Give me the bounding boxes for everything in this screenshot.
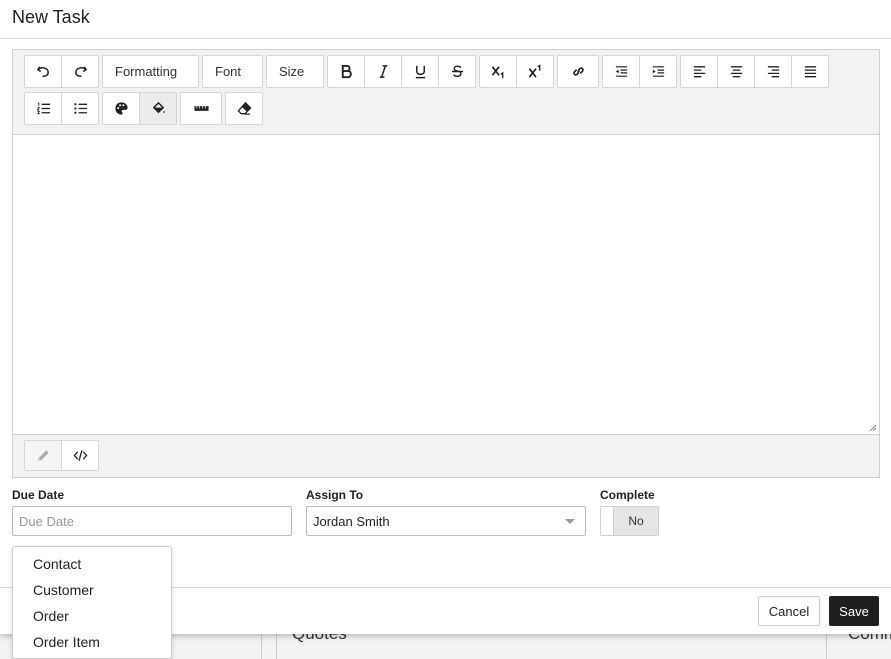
align-center-button[interactable] bbox=[717, 55, 755, 88]
pencil-icon bbox=[37, 450, 49, 462]
outdent-icon bbox=[615, 66, 627, 77]
subscript-icon bbox=[491, 66, 503, 79]
superscript-icon bbox=[528, 64, 540, 78]
ordered-list-icon bbox=[36, 102, 50, 115]
rich-text-editor: Formatting Font Size bbox=[12, 49, 880, 478]
link-icon bbox=[572, 67, 584, 76]
due-date-label: Due Date bbox=[12, 488, 65, 502]
color-group bbox=[102, 92, 177, 125]
subscript-button[interactable] bbox=[479, 55, 517, 88]
strikethrough-icon bbox=[451, 65, 463, 78]
size-dropdown[interactable]: Size bbox=[266, 55, 324, 88]
list-group bbox=[24, 92, 99, 125]
redo-button[interactable] bbox=[61, 55, 99, 88]
code-view-icon bbox=[73, 450, 87, 461]
resize-handle-icon[interactable] bbox=[869, 424, 877, 432]
strikethrough-button[interactable] bbox=[438, 55, 476, 88]
save-button[interactable]: Save bbox=[829, 596, 879, 626]
history-group bbox=[24, 55, 99, 88]
view-mode-group bbox=[24, 440, 99, 477]
modal-title: New Task bbox=[12, 7, 90, 27]
align-right-icon bbox=[767, 66, 779, 78]
indent-icon bbox=[652, 66, 664, 77]
outdent-button[interactable] bbox=[602, 55, 640, 88]
dropdown-option-contact[interactable]: Contact bbox=[13, 551, 171, 577]
italic-icon bbox=[379, 65, 387, 78]
superscript-button[interactable] bbox=[516, 55, 554, 88]
related-type-dropdown-menu: Contact Customer Order Order Item bbox=[12, 546, 172, 659]
due-date-input[interactable]: Due Date bbox=[12, 506, 292, 536]
size-group: Size bbox=[266, 55, 324, 88]
dropdown-option-customer[interactable]: Customer bbox=[13, 577, 171, 603]
hr-group bbox=[180, 92, 222, 125]
text-style-group bbox=[327, 55, 476, 88]
modal-header: New Task bbox=[0, 0, 891, 39]
align-justify-button[interactable] bbox=[791, 55, 829, 88]
align-left-icon bbox=[693, 66, 705, 78]
complete-toggle-label: No bbox=[628, 514, 644, 528]
background-divider bbox=[276, 634, 277, 659]
editor-toolbar: Formatting Font Size bbox=[13, 50, 879, 135]
unordered-list-button[interactable] bbox=[61, 92, 99, 125]
script-group bbox=[479, 55, 554, 88]
indent-button[interactable] bbox=[639, 55, 677, 88]
editor-status-bar bbox=[13, 435, 879, 477]
font-dropdown[interactable]: Font bbox=[202, 55, 263, 88]
bold-button[interactable] bbox=[327, 55, 365, 88]
cancel-button[interactable]: Cancel bbox=[758, 596, 820, 626]
new-task-modal: New Task Formatting Font Size Due Date D… bbox=[0, 0, 891, 634]
toggle-knob bbox=[601, 507, 614, 535]
italic-button[interactable] bbox=[364, 55, 402, 88]
unordered-list-icon bbox=[73, 103, 87, 114]
undo-button[interactable] bbox=[24, 55, 62, 88]
assign-to-label: Assign To bbox=[306, 488, 364, 502]
align-group bbox=[680, 55, 829, 88]
font-group: Font bbox=[202, 55, 263, 88]
dropdown-option-order-item[interactable]: Order Item bbox=[13, 629, 171, 655]
toolbar-row bbox=[24, 92, 879, 125]
clear-group bbox=[225, 92, 263, 125]
underline-button[interactable] bbox=[401, 55, 439, 88]
code-view-button[interactable] bbox=[61, 440, 99, 471]
assign-to-select[interactable]: Jordan Smith bbox=[306, 506, 586, 536]
horizontal-rule-icon bbox=[193, 106, 209, 111]
redo-icon bbox=[74, 66, 87, 78]
indent-group bbox=[602, 55, 677, 88]
insert-link-button[interactable] bbox=[557, 55, 599, 88]
text-color-button[interactable] bbox=[102, 92, 140, 125]
toolbar-row: Formatting Font Size bbox=[24, 55, 879, 88]
complete-toggle[interactable]: No bbox=[600, 506, 659, 536]
background-divider bbox=[261, 634, 262, 659]
link-group bbox=[557, 55, 599, 88]
undo-icon bbox=[36, 66, 49, 78]
formatting-dropdown[interactable]: Formatting bbox=[102, 55, 199, 88]
align-left-button[interactable] bbox=[680, 55, 718, 88]
align-center-icon bbox=[730, 66, 742, 78]
background-divider bbox=[826, 634, 827, 659]
background-color-button[interactable] bbox=[139, 92, 177, 125]
assign-to-value: Jordan Smith bbox=[313, 513, 390, 529]
horizontal-rule-button[interactable] bbox=[180, 92, 222, 125]
underline-icon bbox=[415, 65, 425, 79]
editor-content-area[interactable] bbox=[13, 135, 879, 435]
align-justify-icon bbox=[804, 66, 816, 78]
remove-format-button[interactable] bbox=[225, 92, 263, 125]
bold-icon bbox=[341, 64, 352, 79]
align-right-button[interactable] bbox=[754, 55, 792, 88]
background-color-icon bbox=[152, 101, 165, 114]
remove-format-icon bbox=[237, 101, 252, 115]
chevron-down-icon bbox=[565, 519, 575, 524]
formatting-group: Formatting bbox=[102, 55, 199, 88]
dropdown-option-order[interactable]: Order bbox=[13, 603, 171, 629]
wysiwyg-mode-button[interactable] bbox=[24, 440, 62, 471]
complete-label: Complete bbox=[600, 488, 655, 502]
text-color-icon bbox=[114, 102, 128, 115]
ordered-list-button[interactable] bbox=[24, 92, 62, 125]
